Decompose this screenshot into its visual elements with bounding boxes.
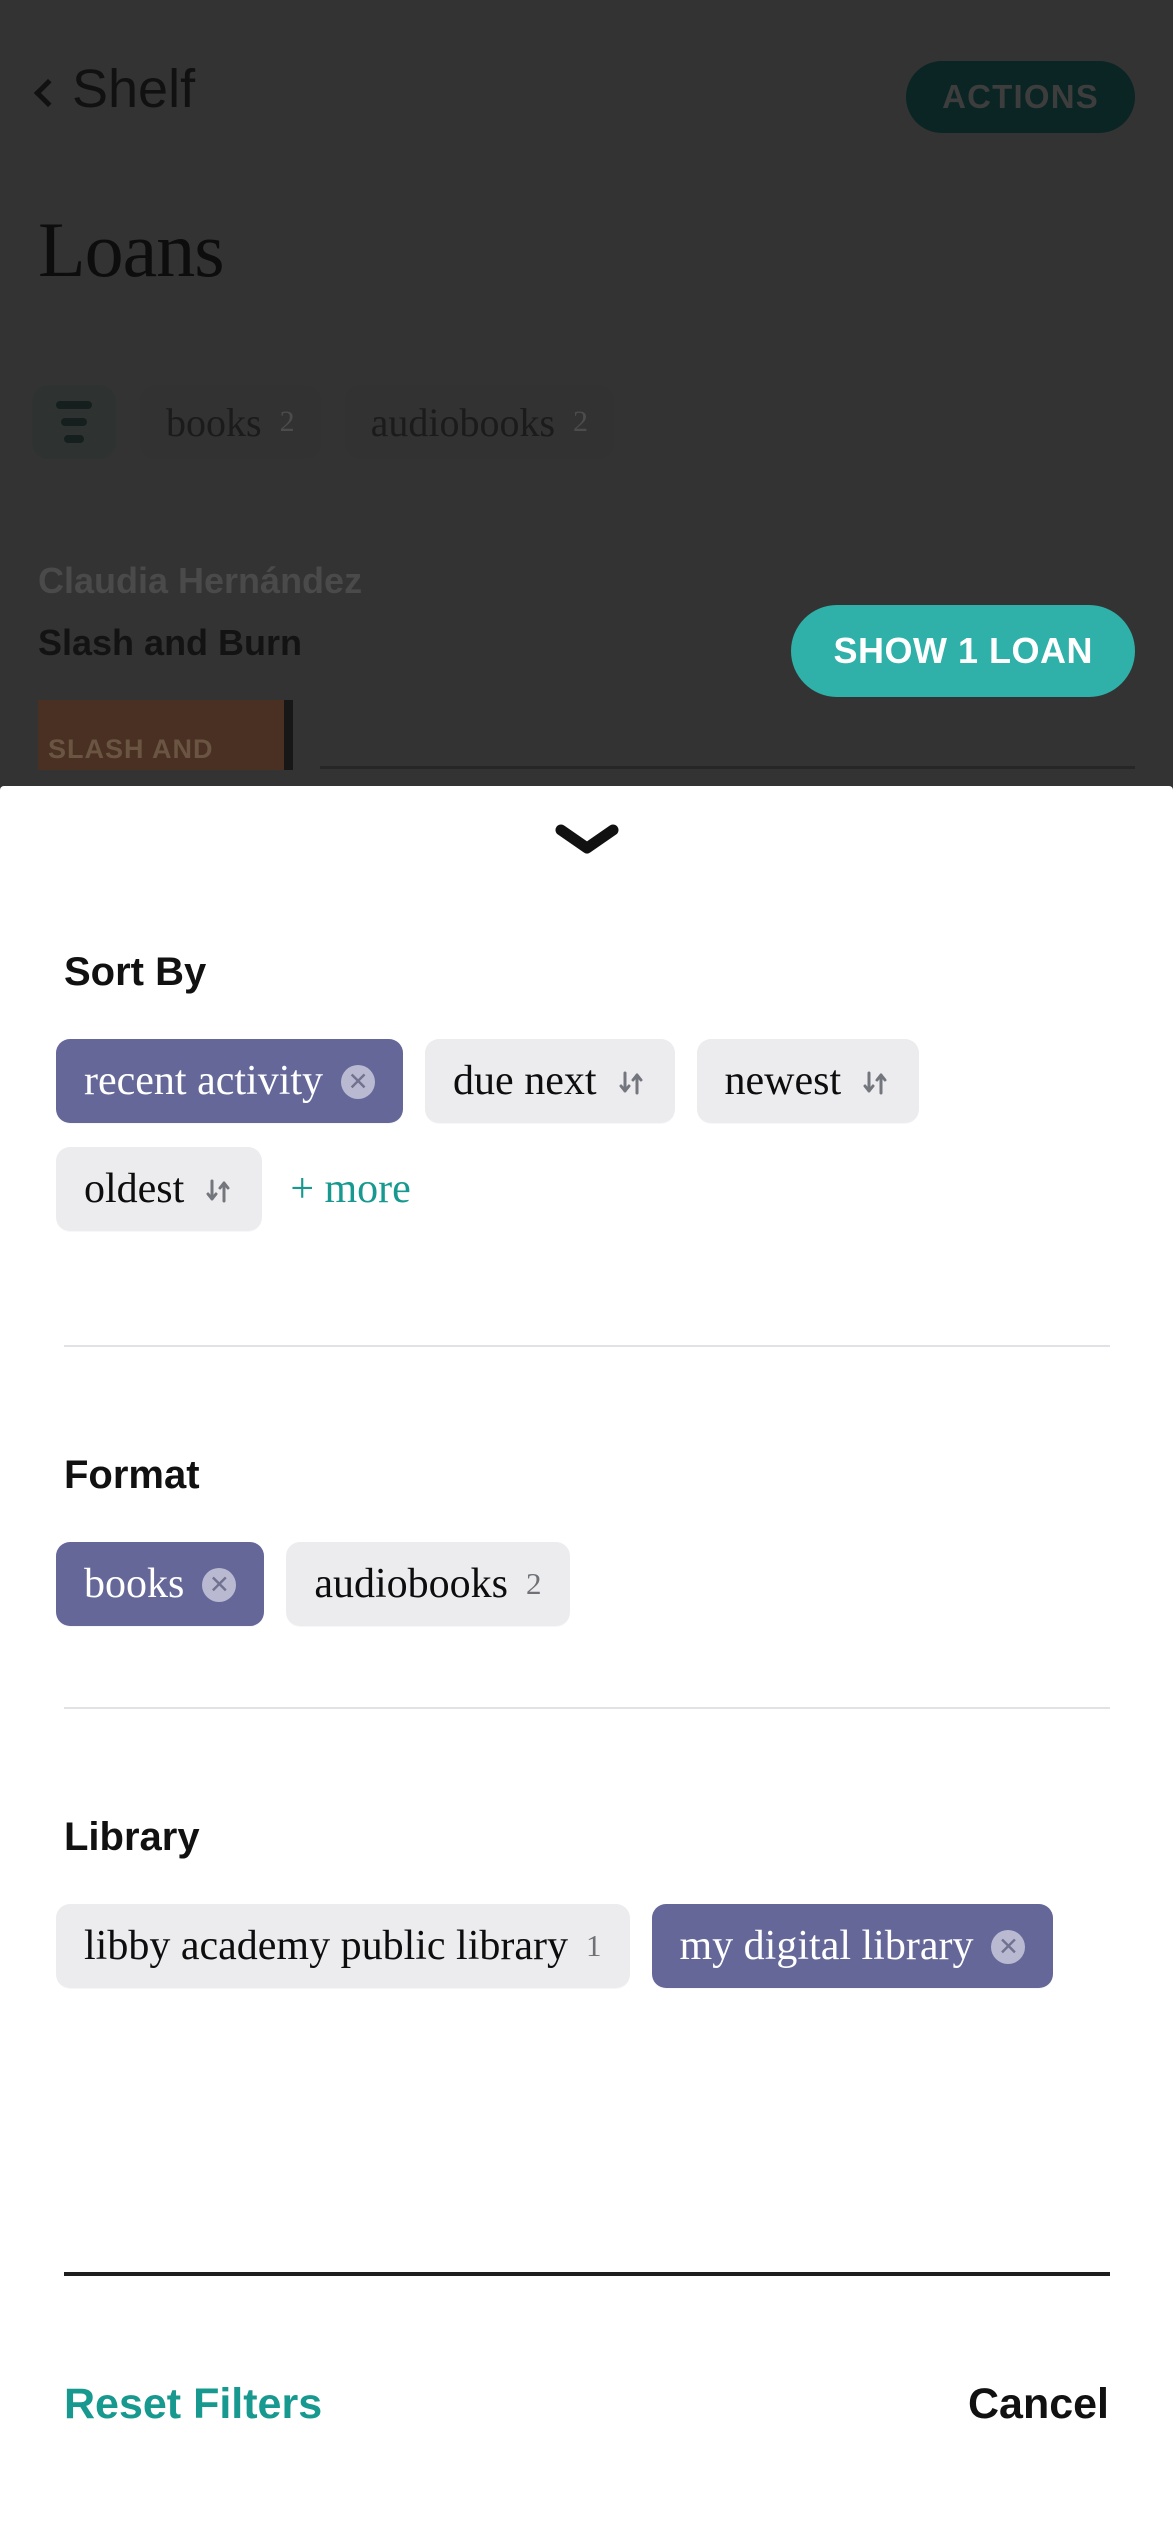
- section-library: Library libby academy public library 1 m…: [0, 1815, 1173, 1988]
- section-library-title: Library: [64, 1815, 200, 1859]
- tab-audiobooks[interactable]: audiobooks 2: [344, 385, 615, 459]
- chip-my-digital-library[interactable]: my digital library ✕: [651, 1904, 1054, 1988]
- cancel-button[interactable]: Cancel: [968, 2380, 1109, 2429]
- chip-due-next-label: due next: [453, 1058, 597, 1104]
- section-format-title: Format: [64, 1453, 200, 1497]
- back-to-shelf-button[interactable]: Shelf: [33, 59, 196, 119]
- background-filter-row: books 2 audiobooks 2: [32, 385, 615, 459]
- sort-arrows-icon: [615, 1067, 647, 1099]
- book-cover-thumbnail: SLASH AND BURN: [38, 700, 293, 770]
- chip-oldest-label: oldest: [84, 1166, 185, 1212]
- list-divider: [320, 766, 1135, 769]
- show-loan-button-label: SHOW 1 LOAN: [833, 630, 1093, 671]
- section-divider-1: [64, 1345, 1110, 1347]
- tab-books-count: 2: [279, 405, 295, 438]
- tab-books-label: books: [166, 399, 262, 445]
- reset-filters-button[interactable]: Reset Filters: [64, 2380, 322, 2429]
- filter-bottom-sheet: Sort By recent activity ✕ due next newes…: [0, 786, 1173, 2532]
- dimmed-background-overlay[interactable]: Shelf ACTIONS Loans books 2 audiobooks 2: [0, 0, 1173, 790]
- tab-audiobooks-label: audiobooks: [370, 399, 556, 445]
- chip-audiobooks-count: 2: [526, 1566, 542, 1601]
- sort-by-chip-group: recent activity ✕ due next newest oldest…: [56, 1039, 1113, 1231]
- chip-newest-label: newest: [724, 1058, 842, 1104]
- loan-author: Claudia Hernández: [38, 560, 363, 601]
- chevron-left-icon: [33, 78, 63, 108]
- close-circle-icon[interactable]: ✕: [991, 1930, 1026, 1964]
- back-button-label: Shelf: [72, 59, 196, 119]
- navigation-bar: Shelf ACTIONS: [0, 0, 1173, 150]
- footer-divider: [64, 2272, 1110, 2276]
- section-divider-2: [64, 1707, 1110, 1709]
- show-loan-button[interactable]: SHOW 1 LOAN: [791, 605, 1135, 697]
- chip-libby-academy-public-library[interactable]: libby academy public library 1: [56, 1904, 630, 1988]
- tab-books[interactable]: books 2: [140, 385, 321, 459]
- loan-title: Slash and Burn: [38, 622, 303, 663]
- sort-arrows-icon: [859, 1067, 891, 1099]
- section-format: Format books ✕ audiobooks 2: [0, 1453, 1173, 1626]
- close-circle-icon[interactable]: ✕: [341, 1065, 376, 1099]
- actions-button-label: ACTIONS: [942, 78, 1099, 115]
- library-chip-group: libby academy public library 1 my digita…: [56, 1904, 1113, 1988]
- chip-books[interactable]: books ✕: [56, 1542, 265, 1626]
- page-title: Loans: [38, 206, 225, 293]
- chip-audiobooks[interactable]: audiobooks 2: [286, 1542, 570, 1626]
- book-cover-title-text: SLASH AND BURN: [48, 734, 214, 770]
- chip-recent-activity[interactable]: recent activity ✕: [56, 1039, 404, 1123]
- chip-due-next[interactable]: due next: [425, 1039, 675, 1123]
- section-sort-by: Sort By recent activity ✕ due next newes…: [0, 950, 1173, 1231]
- chevron-down-icon[interactable]: [555, 822, 619, 856]
- close-circle-icon[interactable]: ✕: [202, 1568, 237, 1602]
- chip-libby-academy-public-library-label: libby academy public library: [84, 1923, 569, 1969]
- chip-audiobooks-label: audiobooks: [314, 1561, 509, 1607]
- chip-recent-activity-label: recent activity: [84, 1058, 324, 1104]
- tab-audiobooks-count: 2: [573, 405, 589, 438]
- format-chip-group: books ✕ audiobooks 2: [56, 1542, 1113, 1626]
- chip-books-label: books: [84, 1561, 185, 1607]
- chip-libby-academy-public-library-count: 1: [586, 1928, 602, 1963]
- sheet-footer: Reset Filters Cancel: [0, 2380, 1173, 2429]
- chip-newest[interactable]: newest: [696, 1039, 920, 1123]
- loans-screen: Shelf ACTIONS Loans books 2 audiobooks 2: [0, 0, 1173, 790]
- filter-lines-icon[interactable]: [32, 385, 116, 459]
- more-sort-options-button[interactable]: + more: [284, 1165, 416, 1213]
- actions-button[interactable]: ACTIONS: [906, 61, 1135, 133]
- chip-oldest[interactable]: oldest: [56, 1147, 263, 1231]
- screen-root: Shelf ACTIONS Loans books 2 audiobooks 2: [0, 0, 1173, 2532]
- sort-arrows-icon: [202, 1175, 234, 1207]
- section-sort-by-title: Sort By: [64, 950, 207, 994]
- chip-my-digital-library-label: my digital library: [679, 1923, 974, 1969]
